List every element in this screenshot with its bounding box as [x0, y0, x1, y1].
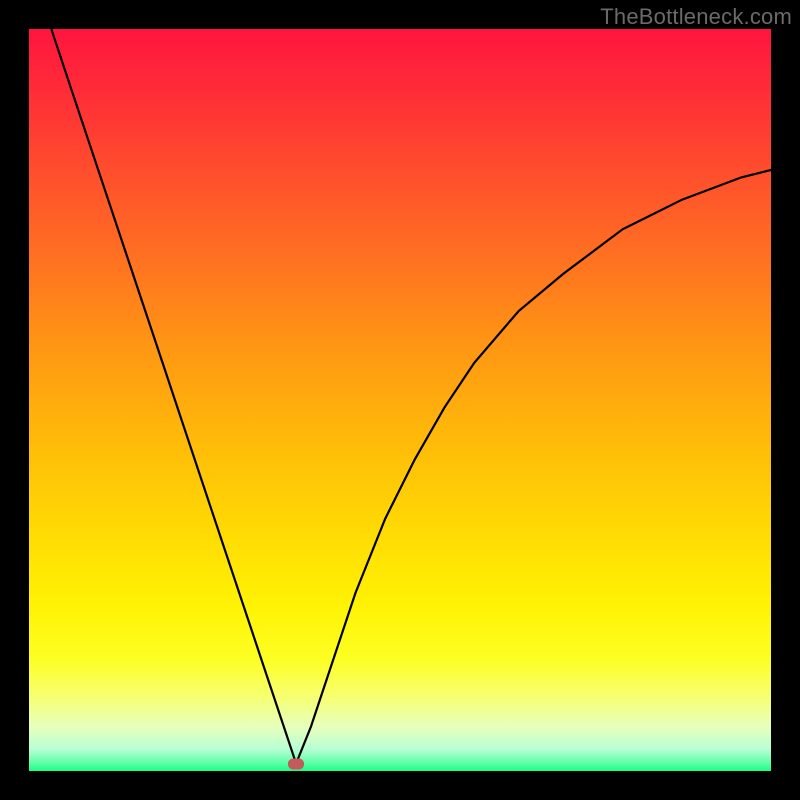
- watermark-text: TheBottleneck.com: [600, 4, 792, 30]
- optimal-point-marker: [288, 758, 304, 769]
- bottleneck-curve: [29, 29, 771, 771]
- chart-frame: TheBottleneck.com: [0, 0, 800, 800]
- curve-path: [51, 29, 771, 764]
- plot-area: [29, 29, 771, 771]
